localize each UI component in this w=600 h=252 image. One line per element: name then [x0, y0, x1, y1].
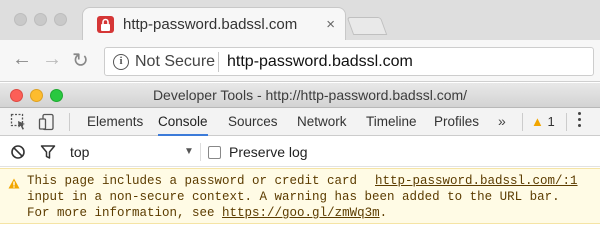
tab-close-icon[interactable]: ×: [326, 16, 335, 33]
chevron-down-icon[interactable]: ▼: [184, 146, 194, 157]
toolbar-separator: [522, 113, 523, 131]
security-label[interactable]: Not Secure: [135, 53, 215, 71]
tab-network[interactable]: Network: [297, 108, 347, 136]
tab-sources[interactable]: Sources: [228, 108, 278, 136]
browser-tab-active[interactable]: http-password.badssl.com ×: [82, 7, 346, 41]
devtools-titlebar: Developer Tools - http://http-password.b…: [0, 83, 600, 108]
warning-triangle-icon: ▲: [531, 114, 544, 129]
omnibox[interactable]: i Not Secure http-password.badssl.com: [104, 47, 594, 76]
console-prompt-area[interactable]: [0, 225, 600, 252]
info-icon[interactable]: i: [113, 54, 129, 70]
reload-icon[interactable]: ↻: [72, 48, 89, 73]
window-minimize-button[interactable]: [34, 13, 47, 26]
window-zoom-button[interactable]: [54, 13, 67, 26]
warning-count: 1: [547, 114, 555, 129]
address-bar-row: ← → ↻ i Not Secure http-password.badssl.…: [0, 40, 600, 82]
inspect-element-icon[interactable]: [10, 113, 28, 136]
forward-arrow-icon[interactable]: →: [42, 48, 62, 71]
console-filter-bar: top ▼ Preserve log: [0, 137, 600, 167]
preserve-log-label[interactable]: Preserve log: [229, 144, 308, 160]
filter-icon[interactable]: [40, 144, 56, 165]
filter-separator: [200, 143, 201, 161]
tab-timeline[interactable]: Timeline: [366, 108, 417, 136]
omnibox-divider: [218, 52, 219, 72]
more-tabs-icon[interactable]: »: [498, 113, 506, 129]
context-selector[interactable]: top: [70, 144, 89, 160]
url-text[interactable]: http-password.badssl.com: [227, 53, 413, 71]
back-arrow-icon[interactable]: ←: [12, 48, 32, 71]
new-tab-button[interactable]: [346, 17, 388, 35]
devtools-window-title: Developer Tools - http://http-password.b…: [152, 87, 468, 103]
more-info-link[interactable]: https://goo.gl/zmWq3m: [222, 206, 380, 220]
warning-text-prefix: For more information, see: [27, 206, 223, 220]
warning-text-suffix: .: [379, 206, 388, 220]
preserve-log-checkbox[interactable]: [208, 146, 221, 159]
tab-console[interactable]: Console: [158, 108, 208, 136]
warning-text-line1: This page includes a password or credit …: [27, 174, 358, 188]
kebab-menu-icon[interactable]: [578, 112, 582, 130]
tab-elements[interactable]: Elements: [87, 108, 143, 136]
device-toolbar-icon[interactable]: [38, 113, 56, 136]
clear-console-icon[interactable]: [10, 144, 26, 165]
devtools-toolbar: Elements Console Sources Network Timelin…: [0, 108, 600, 136]
console-warning-message: This page includes a password or credit …: [0, 168, 600, 224]
warning-icon: [8, 176, 20, 194]
warning-text-line3: For more information, see https://goo.gl…: [27, 206, 387, 220]
warning-count-badge[interactable]: ▲ 1: [531, 114, 555, 129]
lock-favicon-icon: [97, 16, 114, 33]
tab-profiles[interactable]: Profiles: [434, 108, 479, 136]
warning-source-link[interactable]: http-password.badssl.com/:1: [375, 174, 578, 188]
warning-text-line2: input in a non-secure context. A warning…: [27, 190, 560, 204]
toolbar-separator: [69, 113, 70, 131]
tab-title: http-password.badssl.com: [123, 16, 298, 33]
window-close-button[interactable]: [14, 13, 27, 26]
toolbar-separator: [566, 113, 567, 131]
browser-tabstrip: http-password.badssl.com ×: [0, 0, 600, 41]
